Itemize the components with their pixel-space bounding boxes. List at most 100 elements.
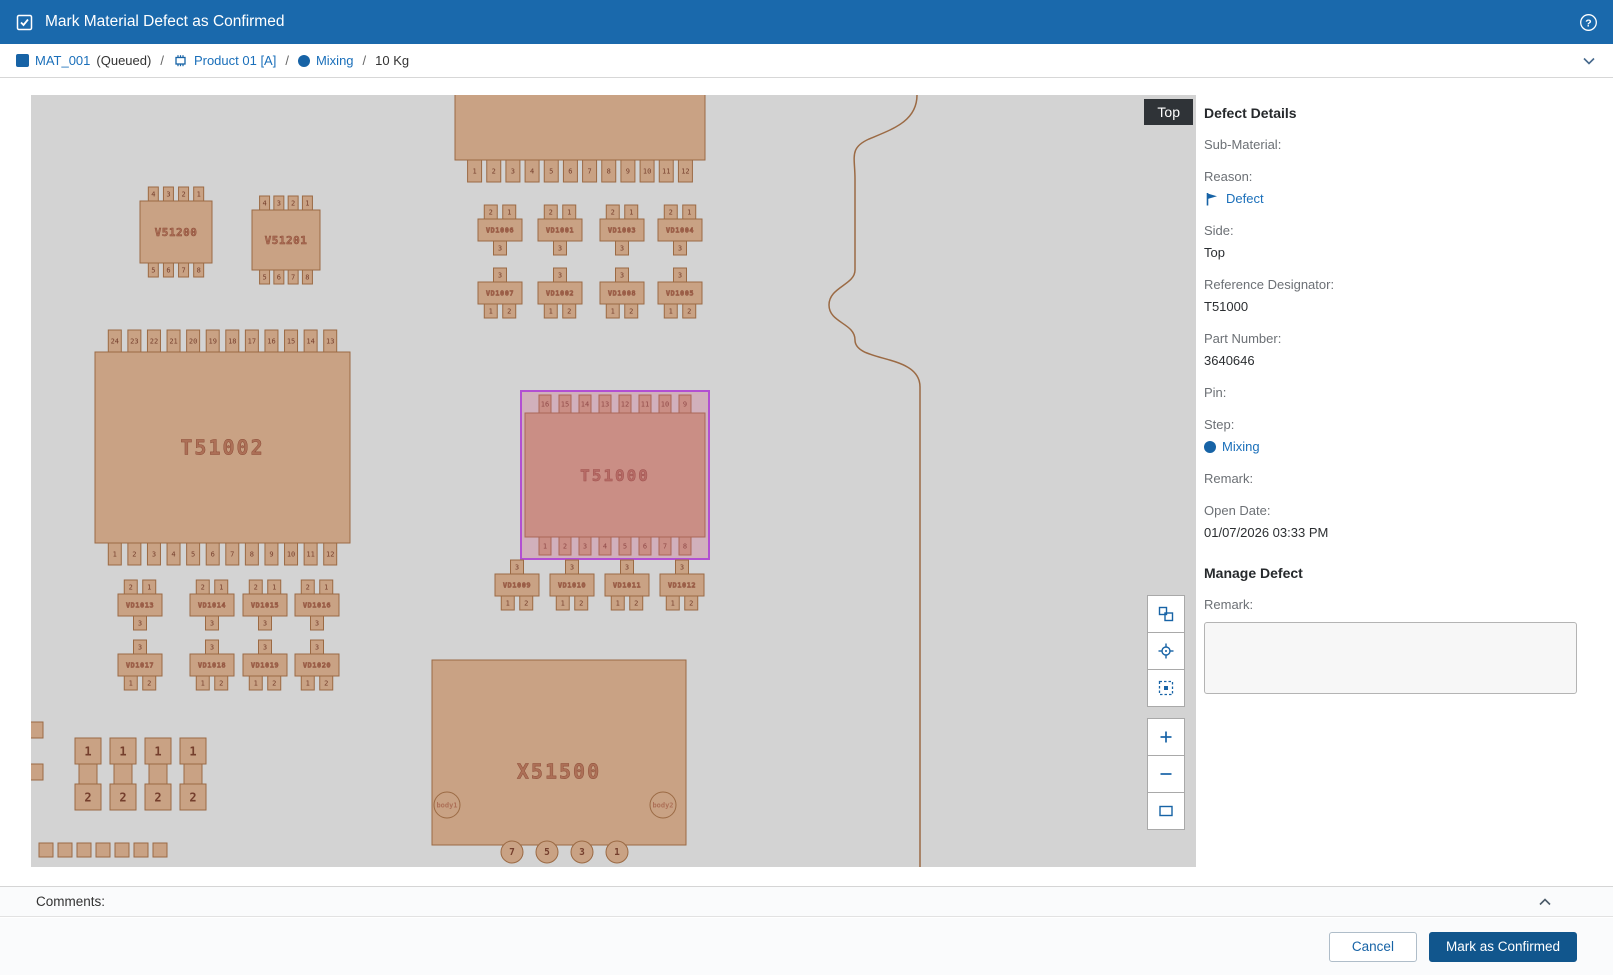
svg-text:X51500: X51500 [517, 760, 601, 784]
svg-text:15: 15 [287, 338, 295, 346]
svg-text:7: 7 [509, 847, 515, 858]
svg-text:3: 3 [498, 245, 502, 253]
mark-as-confirmed-button[interactable]: Mark as Confirmed [1429, 932, 1577, 962]
manage-remark-input[interactable] [1204, 622, 1577, 694]
fit-component-icon [1157, 605, 1175, 623]
svg-text:2: 2 [129, 584, 133, 592]
svg-text:1: 1 [113, 551, 117, 559]
reason-link[interactable]: Defect [1226, 191, 1264, 207]
svg-text:?: ? [1585, 17, 1591, 29]
step-link[interactable]: Mixing [316, 53, 354, 68]
svg-text:1: 1 [671, 600, 675, 608]
step-value-link[interactable]: Mixing [1222, 439, 1260, 455]
svg-text:8: 8 [250, 551, 254, 559]
svg-text:2: 2 [549, 209, 553, 217]
svg-text:24: 24 [111, 338, 119, 346]
svg-text:2: 2 [147, 680, 151, 688]
svg-text:2: 2 [306, 584, 310, 592]
defect-details-panel: Defect Details Sub-Material: Reason: Def… [1204, 78, 1577, 697]
side-value: Top [1204, 245, 1577, 261]
comments-collapse-button[interactable] [1537, 894, 1553, 910]
svg-text:1: 1 [507, 209, 511, 217]
plus-icon [1157, 728, 1175, 746]
breadcrumb-quantity: 10 Kg [375, 53, 409, 68]
svg-text:1: 1 [324, 584, 328, 592]
svg-text:1: 1 [254, 680, 258, 688]
fit-component-button[interactable] [1147, 595, 1185, 633]
product-link[interactable]: Product 01 [A] [194, 53, 276, 68]
comments-bar: Comments: [0, 886, 1613, 917]
zoom-in-button[interactable] [1147, 718, 1185, 756]
svg-text:1: 1 [472, 168, 476, 176]
svg-text:5: 5 [262, 274, 266, 282]
dialog-title: Mark Material Defect as Confirmed [45, 13, 284, 31]
svg-text:10: 10 [643, 168, 651, 176]
svg-text:19: 19 [208, 338, 216, 346]
fit-view-button[interactable] [1147, 792, 1185, 830]
svg-text:3: 3 [315, 644, 319, 652]
svg-text:6: 6 [211, 551, 215, 559]
svg-text:3: 3 [678, 245, 682, 253]
select-area-icon [1157, 679, 1175, 697]
remark-label: Remark: [1204, 471, 1577, 487]
svg-text:3: 3 [263, 620, 267, 628]
svg-text:2: 2 [201, 584, 205, 592]
svg-text:VD1017: VD1017 [126, 662, 154, 670]
collapse-header-button[interactable] [1581, 53, 1597, 69]
svg-text:9: 9 [269, 551, 273, 559]
fit-view-icon [1157, 802, 1175, 820]
svg-text:1: 1 [561, 600, 565, 608]
step-icon [298, 55, 310, 67]
svg-text:3: 3 [166, 191, 170, 199]
svg-text:2: 2 [84, 791, 91, 805]
material-link[interactable]: MAT_001 [35, 53, 90, 68]
manage-defect-title: Manage Defect [1204, 565, 1577, 581]
sub-material-label: Sub-Material: [1204, 137, 1577, 153]
svg-text:2: 2 [629, 308, 633, 316]
svg-text:22: 22 [150, 338, 158, 346]
reason-label: Reason: [1204, 169, 1577, 185]
svg-text:1: 1 [616, 600, 620, 608]
svg-text:4: 4 [171, 551, 175, 559]
svg-text:10: 10 [287, 551, 295, 559]
cancel-button[interactable]: Cancel [1329, 932, 1417, 962]
board-viewer[interactable]: 12345678910111243215678V5120043215678V51… [31, 95, 1196, 867]
svg-text:1: 1 [84, 745, 91, 759]
center-defect-button[interactable] [1147, 632, 1185, 670]
svg-text:2: 2 [489, 209, 493, 217]
svg-text:VD1010: VD1010 [558, 582, 586, 590]
svg-text:VD1003: VD1003 [608, 227, 636, 235]
svg-text:VD1007: VD1007 [486, 290, 514, 298]
svg-text:VD1012: VD1012 [668, 582, 696, 590]
svg-text:T51002: T51002 [180, 436, 264, 460]
svg-text:4: 4 [530, 168, 534, 176]
select-area-button[interactable] [1147, 669, 1185, 707]
breadcrumb-step: Mixing [298, 53, 354, 68]
svg-text:3: 3 [210, 644, 214, 652]
svg-text:13: 13 [326, 338, 334, 346]
dialog-header: Mark Material Defect as Confirmed ? [0, 0, 1613, 44]
svg-text:VD1001: VD1001 [546, 227, 574, 235]
open-date-label: Open Date: [1204, 503, 1577, 519]
svg-text:23: 23 [130, 338, 138, 346]
svg-text:1: 1 [506, 600, 510, 608]
zoom-out-button[interactable] [1147, 755, 1185, 793]
svg-text:VD1016: VD1016 [303, 602, 331, 610]
svg-text:2: 2 [669, 209, 673, 217]
svg-text:VD1013: VD1013 [126, 602, 154, 610]
svg-text:4: 4 [262, 200, 266, 208]
svg-text:1: 1 [306, 680, 310, 688]
svg-text:3: 3 [558, 245, 562, 253]
svg-text:1: 1 [201, 680, 205, 688]
breadcrumb-separator: / [160, 53, 164, 68]
svg-text:2: 2 [524, 600, 528, 608]
svg-text:20: 20 [189, 338, 197, 346]
step-value-row: Mixing [1204, 439, 1577, 455]
svg-text:3: 3 [558, 272, 562, 280]
help-button[interactable]: ? [1579, 13, 1598, 32]
part-number-value: 3640646 [1204, 353, 1577, 369]
pcb-canvas[interactable]: 12345678910111243215678V5120043215678V51… [31, 95, 1196, 867]
svg-text:1: 1 [549, 308, 553, 316]
manage-remark-label: Remark: [1204, 597, 1577, 613]
svg-text:3: 3 [579, 847, 585, 858]
